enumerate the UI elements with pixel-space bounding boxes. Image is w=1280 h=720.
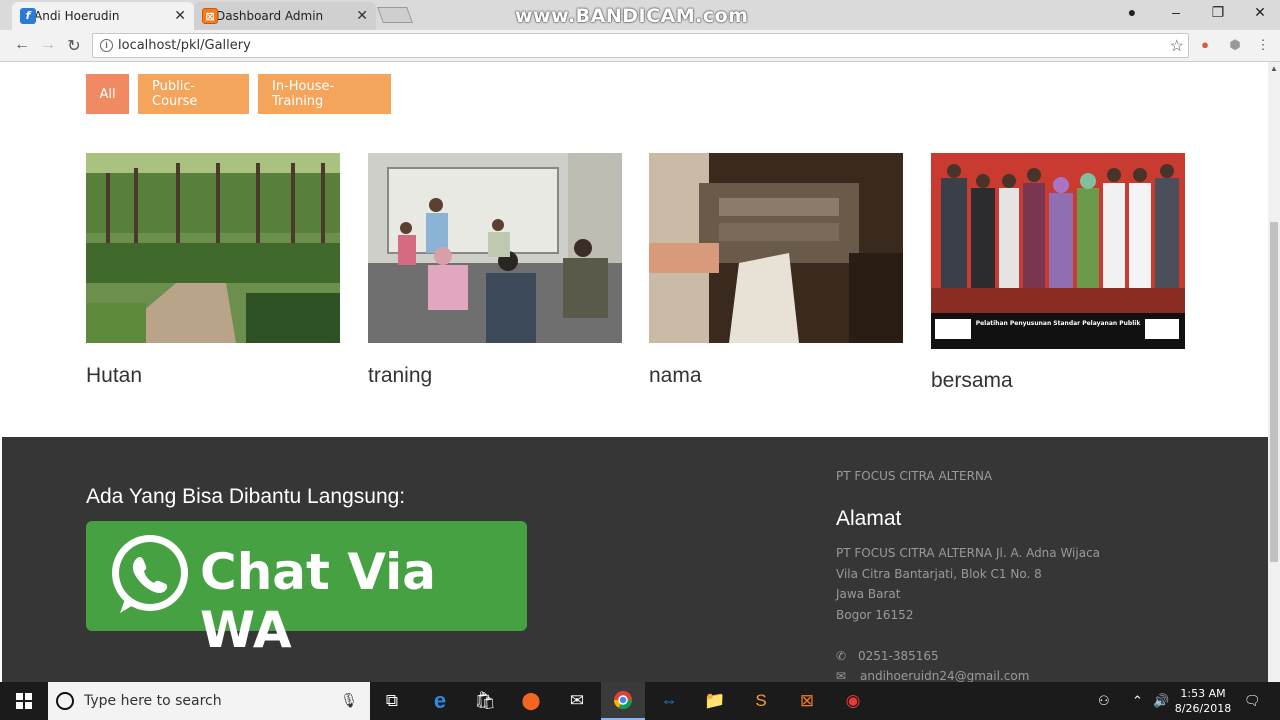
tab-dashboard-admin[interactable]: ⊠ Dashboard Admin ✕ [194,2,376,30]
minimize-icon[interactable]: – [1166,4,1186,20]
company-name: PT FOCUS CITRA ALTERNA [836,469,993,483]
chrome-icon[interactable] [601,682,645,720]
envelope-icon: ✉ [836,669,847,682]
windows-taskbar: Type here to search 🎙 ⧉ e 🛍 ⬤ ✉ ⇔ 📁 S ⊠ … [0,682,1280,720]
taskbar-clock[interactable]: 1:53 AM 8/26/2018 [1172,686,1234,716]
address-bar[interactable]: i localhost/pkl/Gallery ☆ [92,33,1189,58]
gallery-item[interactable]: Hutan [86,153,340,388]
url-text: localhost/pkl/Gallery [118,38,251,53]
app-icon[interactable]: ⬤ [509,682,553,720]
forest-photo[interactable] [86,153,340,343]
email-address[interactable]: andihoeruidn24@gmail.com [860,669,1029,682]
filter-all-button[interactable]: All [86,74,129,114]
bandicam-record-icon[interactable]: ◉ [831,682,875,720]
gallery-caption: Hutan [86,364,143,387]
people-icon[interactable]: ⚇ [1098,693,1110,709]
xampp-icon: ⊠ [202,8,218,24]
teamviewer-icon[interactable]: ⇔ [647,682,691,720]
back-icon[interactable]: ← [12,36,32,54]
windows-logo-icon [16,693,32,709]
task-view-icon[interactable]: ⧉ [370,682,414,720]
maximize-icon[interactable]: ❐ [1208,4,1228,21]
gallery-caption: traning [368,364,433,387]
help-heading: Ada Yang Bisa Dibantu Langsung: [86,485,406,508]
menu-icon[interactable]: ⋮ [1255,37,1271,53]
close-window-icon[interactable]: ✕ [1250,4,1270,21]
f-icon: f [20,8,36,24]
phone-icon: ✆ [836,649,847,663]
address-line: Jawa Barat [836,587,901,601]
page-content: All Public-Course In-House-Training Huta… [2,62,1268,682]
group-photo-banner: Pelatihan Penyusunan Standar Pelayanan P… [976,320,1142,327]
speaker-icon[interactable]: 🔊 [1153,693,1169,709]
office-meeting-photo[interactable] [368,153,622,343]
tab-andi-hoerudin[interactable]: f Andi Hoerudin ✕ [12,2,194,30]
search-placeholder: Type here to search [84,693,222,709]
chat-via-wa-button[interactable]: Chat Via WA [86,521,527,659]
wa-label: Chat Via WA [200,543,437,659]
reload-icon[interactable]: ↻ [64,36,84,56]
gallery-caption: bersama [931,369,1013,392]
group-photo[interactable]: Pelatihan Penyusunan Standar Pelayanan P… [931,153,1185,349]
info-icon[interactable]: i [100,39,113,52]
start-button[interactable] [0,682,48,720]
new-tab-button[interactable] [377,7,413,23]
shield-icon[interactable]: ⬢ [1227,37,1243,53]
edge-icon[interactable]: e [418,682,462,720]
gallery-item[interactable]: nama [649,153,903,388]
notification-icon[interactable]: 🗨 [1244,693,1261,709]
mail-icon[interactable]: ✉ [555,682,599,720]
store-icon[interactable]: 🛍 [463,682,507,720]
tab-title: Dashboard Admin [216,9,324,23]
cortana-icon [56,692,74,710]
close-icon[interactable]: ✕ [356,8,368,24]
tab-title: Andi Hoerudin [34,9,120,23]
address-line: Vila Citra Bantarjati, Blok C1 No. 8 [836,567,1042,581]
bookmark-star-icon[interactable]: ☆ [1170,36,1184,56]
rubber-mill-photo[interactable] [649,153,903,343]
gallery-item[interactable]: Pelatihan Penyusunan Standar Pelayanan P… [931,153,1185,393]
bandicam-watermark: www.BANDICAM.com [515,5,749,27]
file-explorer-icon[interactable]: 📁 [693,682,737,720]
gallery-item[interactable]: traning [368,153,622,388]
site-footer: Ada Yang Bisa Dibantu Langsung: Chat Via… [2,437,1268,682]
clock-date: 8/26/2018 [1174,702,1232,715]
microphone-icon[interactable]: 🎙 [340,692,358,709]
address-line: PT FOCUS CITRA ALTERNA Jl. A. Adna Wijac… [836,546,1101,560]
extension-icon[interactable]: ● [1197,37,1213,53]
xampp-icon[interactable]: ⊠ [785,682,829,720]
scroll-up-icon[interactable]: ▲ [1270,64,1278,73]
filter-in-house-training-button[interactable]: In-House-Training [258,74,391,114]
chevron-up-icon[interactable]: ⌃ [1132,693,1143,709]
browser-toolbar: ← → ↻ i localhost/pkl/Gallery ☆ ● ⬢ ⋮ [0,30,1280,62]
filter-public-course-button[interactable]: Public-Course [138,74,249,114]
page-scrollbar[interactable]: ▲ [1268,62,1280,682]
gallery-caption: nama [649,364,702,387]
whatsapp-icon [112,535,188,613]
clock-time: 1:53 AM [1180,687,1226,700]
taskbar-search-box[interactable]: Type here to search 🎙 [48,682,370,720]
close-icon[interactable]: ✕ [174,8,186,24]
profile-icon[interactable]: ● [1122,4,1142,20]
scrollbar-thumb[interactable] [1270,222,1278,562]
browser-titlebar: f Andi Hoerudin ✕ ⊠ Dashboard Admin ✕ ww… [0,0,1280,30]
forward-icon[interactable]: → [38,36,58,54]
phone-number: 0251-385165 [858,649,939,663]
sublime-text-icon[interactable]: S [739,682,783,720]
address-heading: Alamat [836,507,902,530]
address-line: Bogor 16152 [836,608,914,622]
